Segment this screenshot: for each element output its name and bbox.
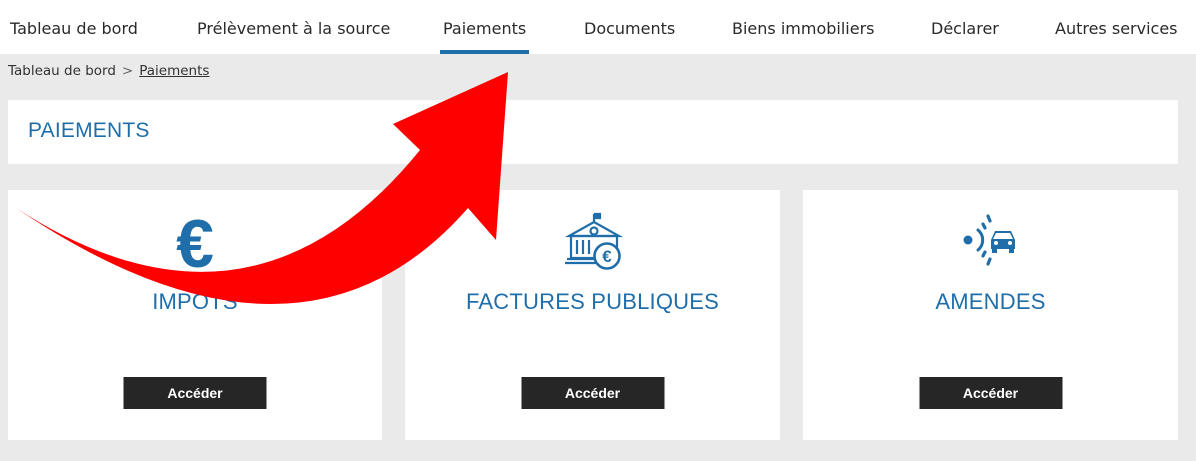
breadcrumb: Tableau de bord > Paiements [8, 63, 209, 79]
svg-text:€: € [602, 247, 612, 266]
card-title-factures-publiques: FACTURES PUBLIQUES [466, 289, 719, 314]
title-panel: PAIEMENTS [8, 100, 1178, 164]
card-impots: € IMPÔTS Accéder [8, 190, 382, 440]
page-title: PAIEMENTS [28, 119, 150, 142]
page: Tableau de bord Prélèvement à la source … [0, 0, 1196, 461]
nav-item-biens-immobiliers[interactable]: Biens immobiliers [732, 0, 874, 54]
card-title-impots: IMPÔTS [152, 289, 238, 314]
breadcrumb-current[interactable]: Paiements [139, 63, 209, 79]
svg-text:€: € [176, 212, 214, 272]
nav-item-tableau-de-bord[interactable]: Tableau de bord [10, 0, 138, 54]
card-amendes: AMENDES Accéder [803, 190, 1178, 440]
acceder-button-impots[interactable]: Accéder [123, 377, 267, 409]
nav-item-prelevement-a-la-source[interactable]: Prélèvement à la source [197, 0, 390, 54]
public-building-euro-icon: € [564, 212, 623, 270]
breadcrumb-separator: > [121, 63, 134, 79]
nav-item-documents[interactable]: Documents [584, 0, 675, 54]
top-navigation: Tableau de bord Prélèvement à la source … [0, 0, 1196, 54]
acceder-button-factures-publiques[interactable]: Accéder [521, 377, 664, 409]
card-factures-publiques: € FACTURES PUBLIQUES Accéder [405, 190, 780, 440]
card-title-amendes: AMENDES [935, 289, 1046, 314]
acceder-button-amendes[interactable]: Accéder [919, 377, 1062, 409]
breadcrumb-home[interactable]: Tableau de bord [8, 63, 116, 79]
nav-item-paiements[interactable]: Paiements [439, 0, 530, 54]
euro-icon: € [176, 212, 214, 272]
speed-camera-car-icon [963, 214, 1015, 266]
nav-item-declarer[interactable]: Déclarer [931, 0, 999, 54]
nav-item-autres-services[interactable]: Autres services [1055, 0, 1178, 54]
